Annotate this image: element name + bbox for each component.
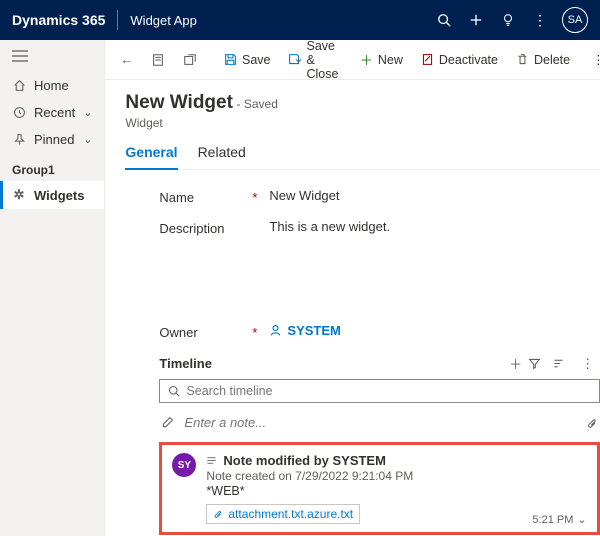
save-label: Save [242,53,271,67]
chevron-down-icon: ⌄ [83,106,92,119]
note-attachment[interactable]: attachment.txt.azure.txt [206,504,360,524]
tab-general[interactable]: General [125,138,177,170]
note-title: Note modified by SYSTEM [223,453,386,468]
page-title: New Widget [125,92,233,113]
entity-label: Widget [125,116,599,130]
note-time: 5:21 PM ⌄ [532,513,586,526]
note-created-label: Note created on 7/29/2022 9:21:04 PM [206,469,586,483]
saved-indicator: - Saved [237,97,278,111]
save-button[interactable]: Save [217,49,278,71]
timeline-sort-icon[interactable] [552,357,576,370]
sidebar-item-pinned[interactable]: Pinned ⌄ [0,126,104,153]
person-icon [269,324,282,337]
main-area: ← Save Save & Close ＋ New Deact [105,40,600,536]
delete-button[interactable]: Delete [509,49,577,71]
timeline-section: Timeline ＋ ⋮ [125,354,599,535]
sidebar-item-label: Recent [34,105,75,120]
timeline-note-input[interactable] [184,415,575,430]
required-indicator: * [252,325,257,340]
required-indicator: * [252,190,257,205]
timeline-note-entry[interactable] [159,411,599,434]
timeline-note-card: SY Note modified by SYSTEM Note created … [159,442,599,535]
search-icon [168,385,180,397]
lightbulb-icon[interactable] [492,13,524,27]
description-field-label: Description [159,221,224,236]
save-close-button[interactable]: Save & Close [281,35,348,85]
sidebar: Home Recent ⌄ Pinned ⌄ Group1 ✲ Widgets [0,40,105,536]
note-icon [206,455,217,466]
note-attachment-label: attachment.txt.azure.txt [228,507,353,521]
timeline-search[interactable] [159,379,599,403]
name-field-label: Name [159,190,194,205]
sidebar-item-label: Home [34,78,69,93]
gear-icon: ✲ [12,187,26,203]
tab-bar: General Related [125,138,599,170]
chevron-down-icon[interactable]: ⌄ [577,513,586,526]
sidebar-group-label: Group1 [0,153,104,181]
deactivate-label: Deactivate [439,53,498,67]
user-avatar[interactable]: SA [562,7,588,33]
timeline-add-icon[interactable]: ＋ [504,354,528,373]
plus-icon[interactable] [460,13,492,27]
sidebar-item-label: Pinned [34,132,74,147]
brand-label: Dynamics 365 [12,12,105,28]
sidebar-item-home[interactable]: Home [0,72,104,99]
save-close-label: Save & Close [306,39,341,81]
form-selector-button[interactable] [144,49,172,71]
owner-field-label: Owner [159,325,197,340]
back-button[interactable]: ← [113,48,140,71]
new-button[interactable]: ＋ New [353,46,410,73]
home-icon [12,79,26,92]
sidebar-item-recent[interactable]: Recent ⌄ [0,99,104,126]
divider [117,10,118,30]
timeline-search-input[interactable] [186,384,590,398]
chevron-down-icon: ⌄ [83,133,92,146]
owner-value-text: SYSTEM [287,323,340,338]
pencil-icon [161,416,174,429]
delete-label: Delete [534,53,570,67]
tab-related[interactable]: Related [198,138,246,169]
note-avatar: SY [172,453,196,477]
sidebar-item-label: Widgets [34,188,84,203]
overflow-button[interactable]: ⋮ [585,48,600,71]
timeline-title: Timeline [159,356,212,371]
form-content: New Widget - Saved Widget General Relate… [105,80,600,536]
owner-field-value[interactable]: SYSTEM [269,323,599,338]
open-new-window-button[interactable] [176,49,204,71]
app-name: Widget App [130,13,197,28]
deactivate-button[interactable]: Deactivate [414,49,505,71]
new-label: New [378,53,403,67]
clock-icon [12,106,26,119]
note-text: *WEB* [206,484,586,498]
timeline-more-icon[interactable]: ⋮ [576,356,600,372]
paperclip-icon [213,508,223,520]
name-field-value[interactable]: New Widget [269,188,599,203]
hamburger-icon[interactable] [0,40,104,72]
timeline-filter-icon[interactable] [528,357,552,370]
paperclip-icon[interactable] [586,416,598,430]
description-field-value[interactable]: This is a new widget. [269,219,599,234]
more-icon[interactable]: ⋮ [524,12,556,29]
sidebar-item-widgets[interactable]: ✲ Widgets [0,181,104,209]
pin-icon [12,133,26,146]
search-icon[interactable] [428,13,460,27]
command-bar: ← Save Save & Close ＋ New Deact [105,40,600,80]
